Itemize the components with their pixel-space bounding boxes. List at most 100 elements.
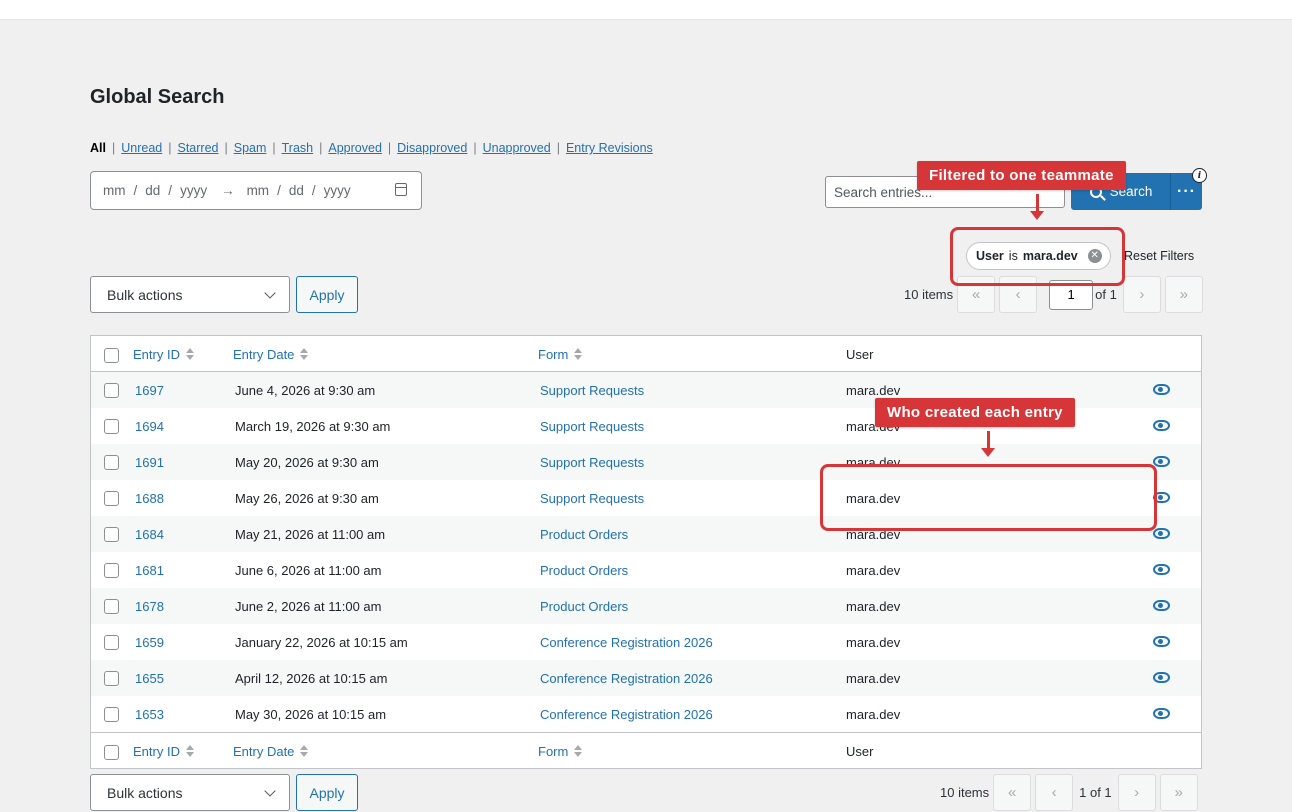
entry-id-link[interactable]: 1697: [135, 372, 164, 408]
entry-user: mara.dev: [846, 634, 901, 650]
prev-page-button[interactable]: ‹: [1035, 774, 1074, 811]
end-year[interactable]: yyyy: [324, 183, 351, 198]
form-link[interactable]: Product Orders: [540, 516, 628, 552]
column-form[interactable]: Form: [538, 336, 583, 372]
entry-date: June 4, 2026 at 9:30 am: [235, 382, 376, 398]
view-entry-icon[interactable]: [1153, 528, 1170, 539]
table-footer: Entry ID Entry Date Form User: [91, 732, 1201, 768]
separator: |: [387, 141, 392, 155]
bulk-actions-select-bottom[interactable]: Bulk actions: [90, 774, 290, 811]
page-of-text: 1 of 1: [1079, 785, 1112, 800]
form-link[interactable]: Conference Registration 2026: [540, 696, 713, 732]
row-checkbox[interactable]: [104, 671, 119, 686]
status-link-starred[interactable]: Starred: [177, 141, 218, 155]
view-entry-icon[interactable]: [1153, 672, 1170, 683]
form-link[interactable]: Conference Registration 2026: [540, 624, 713, 660]
entry-date: June 2, 2026 at 11:00 am: [235, 598, 382, 614]
view-entry-icon[interactable]: [1153, 384, 1170, 395]
status-link-all[interactable]: All: [90, 141, 106, 155]
separator: |: [556, 141, 560, 155]
view-entry-icon[interactable]: [1153, 420, 1170, 431]
column-entry-date-footer[interactable]: Entry Date: [233, 733, 309, 769]
next-page-button[interactable]: ›: [1117, 774, 1156, 811]
form-link[interactable]: Support Requests: [540, 372, 644, 408]
separator: |: [224, 141, 228, 155]
sort-icon: [574, 348, 583, 360]
last-page-button[interactable]: »: [1159, 774, 1198, 811]
apply-button-bottom[interactable]: Apply: [296, 774, 358, 811]
start-month[interactable]: mm: [103, 183, 126, 198]
select-all-checkbox[interactable]: [104, 348, 119, 363]
form-link[interactable]: Conference Registration 2026: [540, 660, 713, 696]
column-entry-id-footer[interactable]: Entry ID: [133, 733, 194, 769]
reset-filters-link[interactable]: Reset Filters: [1124, 249, 1194, 263]
entry-id-link[interactable]: 1688: [135, 480, 164, 516]
entry-id-link[interactable]: 1684: [135, 516, 164, 552]
entry-id-link[interactable]: 1655: [135, 660, 164, 696]
items-count: 10 items: [904, 287, 954, 302]
form-link[interactable]: Support Requests: [540, 480, 644, 516]
view-entry-icon[interactable]: [1153, 708, 1170, 719]
apply-button-top[interactable]: Apply: [296, 276, 358, 313]
entry-id-link[interactable]: 1694: [135, 408, 164, 444]
form-link[interactable]: Product Orders: [540, 552, 628, 588]
view-entry-icon[interactable]: [1153, 564, 1170, 575]
entry-id-link[interactable]: 1653: [135, 696, 164, 732]
status-link-spam[interactable]: Spam: [234, 141, 267, 155]
form-link[interactable]: Product Orders: [540, 588, 628, 624]
entry-date: April 12, 2026 at 10:15 am: [235, 670, 388, 686]
status-link-disapproved[interactable]: Disapproved: [397, 141, 467, 155]
entry-date: June 6, 2026 at 11:00 am: [235, 562, 382, 578]
view-entry-icon[interactable]: [1153, 600, 1170, 611]
separator: |: [473, 141, 477, 155]
entry-id-link[interactable]: 1691: [135, 444, 164, 480]
bulk-actions-select-top[interactable]: Bulk actions: [90, 276, 290, 313]
row-checkbox[interactable]: [104, 383, 119, 398]
status-links: All | Unread | Starred | Spam | Trash | Approved | D…: [90, 141, 653, 155]
select-all-checkbox-footer[interactable]: [104, 745, 119, 760]
status-link-trash[interactable]: Trash: [282, 141, 314, 155]
entry-date: May 26, 2026 at 9:30 am: [235, 490, 379, 506]
row-checkbox[interactable]: [104, 635, 119, 650]
entry-id-link[interactable]: 1659: [135, 624, 164, 660]
items-count: 10 items: [940, 785, 990, 800]
user-column-highlight-box: [820, 464, 1157, 531]
row-checkbox[interactable]: [104, 491, 119, 506]
view-entry-icon[interactable]: [1153, 636, 1170, 647]
first-page-button[interactable]: «: [993, 774, 1032, 811]
bulk-actions-value: Bulk actions: [107, 784, 183, 801]
row-checkbox[interactable]: [104, 563, 119, 578]
row-checkbox[interactable]: [104, 707, 119, 722]
column-entry-date[interactable]: Entry Date: [233, 336, 309, 372]
sort-icon: [300, 348, 309, 360]
date-separator: /: [311, 183, 316, 198]
info-icon[interactable]: i: [1192, 168, 1207, 183]
date-range-field[interactable]: mm / dd / yyyy → mm / dd / yyyy: [90, 171, 422, 210]
end-day[interactable]: dd: [289, 183, 304, 198]
column-user-footer: User: [846, 743, 874, 759]
last-page-button[interactable]: »: [1164, 276, 1203, 313]
start-year[interactable]: yyyy: [180, 183, 207, 198]
calendar-icon[interactable]: [395, 183, 407, 196]
start-day[interactable]: dd: [145, 183, 160, 198]
column-entry-id[interactable]: Entry ID: [133, 336, 194, 372]
sort-icon: [300, 745, 309, 757]
row-checkbox[interactable]: [104, 455, 119, 470]
status-link-unread[interactable]: Unread: [121, 141, 162, 155]
entry-user: mara.dev: [846, 706, 901, 722]
row-checkbox[interactable]: [104, 419, 119, 434]
status-link-approved[interactable]: Approved: [328, 141, 382, 155]
entry-id-link[interactable]: 1678: [135, 588, 164, 624]
column-form-footer[interactable]: Form: [538, 733, 583, 769]
form-link[interactable]: Support Requests: [540, 408, 644, 444]
form-link[interactable]: Support Requests: [540, 444, 644, 480]
view-entry-icon[interactable]: [1153, 456, 1170, 467]
entry-user: mara.dev: [846, 562, 901, 578]
row-checkbox[interactable]: [104, 527, 119, 542]
end-month[interactable]: mm: [247, 183, 270, 198]
entry-id-link[interactable]: 1681: [135, 552, 164, 588]
next-page-button[interactable]: ›: [1122, 276, 1161, 313]
row-checkbox[interactable]: [104, 599, 119, 614]
status-link-unapproved[interactable]: Unapproved: [483, 141, 551, 155]
status-link-entry-revisions[interactable]: Entry Revisions: [566, 141, 653, 155]
